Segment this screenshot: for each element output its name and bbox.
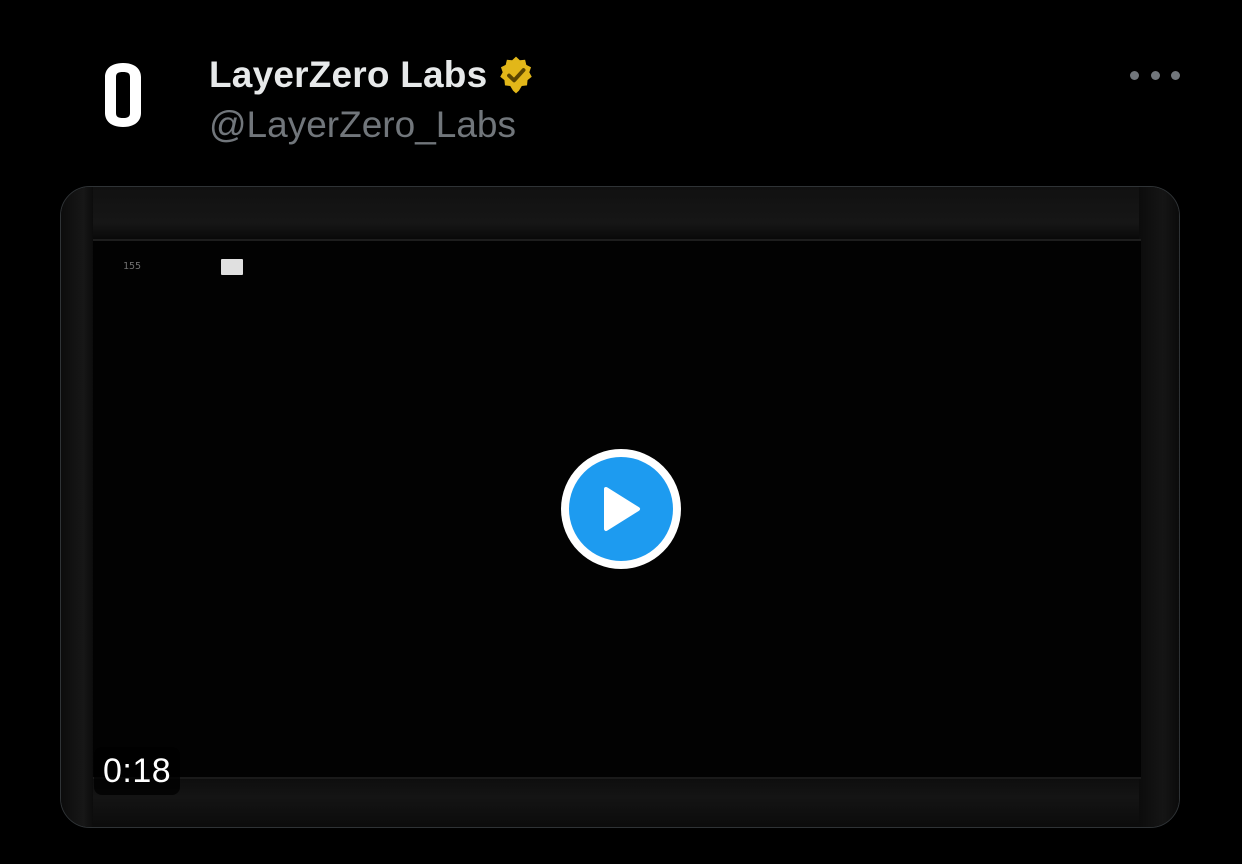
more-dot — [1150, 70, 1160, 80]
tweet-card: LayerZero Labs @LayerZero_Labs 155 0:18 — [0, 0, 1242, 864]
video-frame-edge — [1139, 187, 1179, 827]
more-dot — [1171, 70, 1180, 80]
author-handle[interactable]: @LayerZero_Labs — [209, 102, 516, 148]
more-dot — [1130, 70, 1139, 80]
play-button[interactable] — [561, 449, 681, 569]
author-name-row: LayerZero Labs — [209, 52, 537, 98]
author-avatar[interactable] — [78, 50, 168, 140]
play-icon — [604, 487, 640, 531]
layerzero-logo-icon — [105, 63, 141, 127]
more-options-icon[interactable] — [1130, 60, 1180, 90]
play-button-inner — [569, 457, 673, 561]
video-media[interactable]: 155 0:18 — [60, 186, 1180, 828]
video-duration-badge: 0:18 — [94, 747, 181, 795]
author-display-name[interactable]: LayerZero Labs — [209, 52, 487, 98]
video-frame-edge — [61, 187, 93, 827]
frame-counter: 155 — [123, 261, 142, 272]
verified-badge-icon[interactable] — [495, 54, 537, 96]
frame-indicator — [221, 259, 243, 275]
